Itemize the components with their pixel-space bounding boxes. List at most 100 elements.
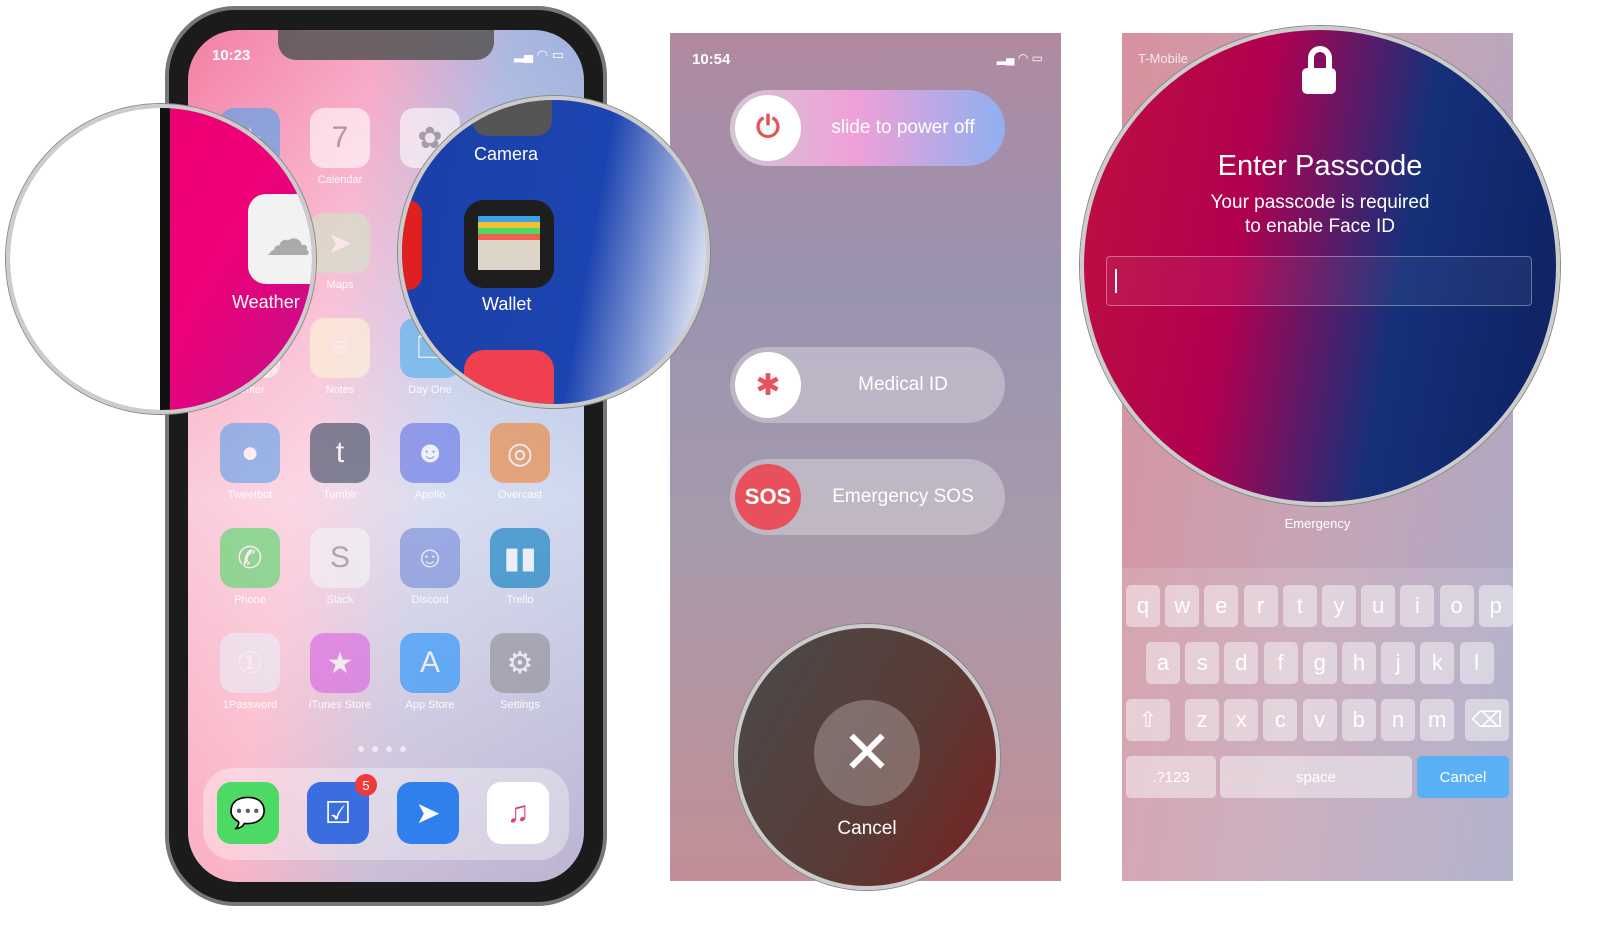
key-g[interactable]: g — [1302, 642, 1337, 684]
app-label: iTunes Store — [309, 699, 371, 711]
app-notes[interactable]: ≡ Notes — [295, 318, 385, 396]
carrier-label: T-Mobile — [1138, 51, 1188, 66]
app-itunes-store[interactable]: ★ iTunes Store — [295, 633, 385, 711]
status-time: 10:23 — [212, 47, 251, 64]
key-u[interactable]: u — [1361, 585, 1396, 627]
key-w[interactable]: w — [1165, 585, 1200, 627]
dock: 💬 ☑ 5 ➤ ♫ — [203, 768, 569, 860]
status-icons: ▂▄ ◠ ▭ — [513, 47, 564, 62]
slack-icon[interactable]: S — [310, 528, 370, 588]
key-r[interactable]: r — [1243, 585, 1278, 627]
app-calendar[interactable]: 7 Calendar — [295, 108, 385, 186]
key-y[interactable]: y — [1322, 585, 1356, 627]
app-label: Trello — [506, 594, 534, 606]
power-icon[interactable]: ⏻ — [735, 95, 801, 161]
magnifier-left: ☁ Weather — [6, 104, 316, 414]
app-app-store[interactable]: A App Store — [385, 633, 475, 711]
key-b[interactable]: b — [1341, 699, 1376, 741]
close-icon[interactable]: ✕ — [814, 700, 920, 806]
key-c[interactable]: c — [1263, 699, 1298, 741]
lock-icon — [1302, 46, 1338, 94]
app-phone[interactable]: ✆ Phone — [205, 528, 295, 606]
app-settings[interactable]: ⚙ Settings — [475, 633, 565, 711]
keyboard: q w e r t y u i o p a s d f g h j k l z x c v b n m ⇧ ⌫ .?123 space Ca… — [1122, 568, 1513, 881]
key-l[interactable]: l — [1459, 642, 1494, 684]
key-p[interactable]: p — [1478, 585, 1513, 627]
key-d[interactable]: d — [1224, 642, 1259, 684]
magnifier-cancel: ✕ Cancel — [734, 624, 1000, 890]
key-i[interactable]: i — [1400, 585, 1435, 627]
key-n[interactable]: n — [1381, 699, 1415, 741]
app-slack[interactable]: S Slack — [295, 528, 385, 606]
app-label: Calendar — [317, 174, 363, 186]
camera-icon[interactable] — [472, 100, 552, 136]
app-store-icon[interactable]: A — [400, 633, 460, 693]
onepassword-icon[interactable]: ① — [220, 633, 280, 693]
numbers-key[interactable]: .?123 — [1126, 756, 1216, 798]
messages-icon[interactable]: 💬 — [217, 782, 279, 844]
emergency-sos-slider[interactable]: SOS Emergency SOS — [730, 459, 1005, 535]
trello-icon[interactable]: ▮▮ — [490, 528, 550, 588]
youtube-icon[interactable] — [402, 200, 422, 290]
itunes-store-icon[interactable]: ★ — [310, 633, 370, 693]
app-label: Apollo — [414, 489, 446, 501]
shift-icon[interactable]: ⇧ — [1126, 699, 1170, 741]
app-apollo[interactable]: ☻ Apollo — [385, 423, 475, 501]
emergency-button[interactable]: Emergency — [1122, 516, 1513, 531]
app-overcast[interactable]: ◎ Overcast — [475, 423, 565, 501]
slide-to-power-off[interactable]: ⏻ slide to power off — [730, 90, 1005, 166]
weather-icon[interactable]: ☁ — [248, 194, 312, 284]
slide-label: slide to power off — [831, 117, 975, 138]
key-z[interactable]: z — [1185, 699, 1219, 741]
key-h[interactable]: h — [1342, 642, 1376, 684]
app-label: App Store — [405, 699, 455, 711]
overcast-icon[interactable]: ◎ — [490, 423, 550, 483]
wallet-icon[interactable] — [464, 200, 554, 288]
key-f[interactable]: f — [1263, 642, 1298, 684]
app-label: Discord — [411, 594, 449, 606]
app-trello[interactable]: ▮▮ Trello — [475, 528, 565, 606]
key-m[interactable]: m — [1420, 699, 1455, 741]
apollo-icon[interactable]: ☻ — [400, 423, 460, 483]
page-dots[interactable] — [358, 746, 406, 752]
cancel-key[interactable]: Cancel — [1417, 756, 1509, 798]
app-discord[interactable]: ☺ Discord — [385, 528, 475, 606]
phone-icon[interactable]: ✆ — [220, 528, 280, 588]
key-j[interactable]: j — [1381, 642, 1416, 684]
calendar-icon[interactable]: 7 — [310, 108, 370, 168]
app-onepassword[interactable]: ① 1Password — [205, 633, 295, 711]
backspace-icon[interactable]: ⌫ — [1465, 699, 1509, 741]
app-tweetbot[interactable]: ● Tweetbot — [205, 423, 295, 501]
tweetbot-icon[interactable]: ● — [220, 423, 280, 483]
asterisk-icon[interactable]: ✱ — [735, 352, 801, 418]
maps-icon[interactable]: ➤ — [310, 213, 370, 273]
music-icon[interactable]: ♫ — [487, 782, 549, 844]
key-a[interactable]: a — [1146, 642, 1180, 684]
tumblr-icon[interactable]: t — [310, 423, 370, 483]
discord-icon[interactable]: ☺ — [400, 528, 460, 588]
key-s[interactable]: s — [1185, 642, 1220, 684]
settings-icon[interactable]: ⚙ — [490, 633, 550, 693]
passcode-input[interactable] — [1106, 256, 1532, 306]
key-t[interactable]: t — [1282, 585, 1317, 627]
sos-badge[interactable]: SOS — [735, 464, 801, 530]
medical-id-slider[interactable]: ✱ Medical ID — [730, 347, 1005, 423]
things-icon[interactable]: ☑ 5 — [307, 774, 377, 844]
emergency-sos-label: Emergency SOS — [832, 486, 974, 507]
space-key[interactable]: space — [1220, 756, 1412, 798]
news-icon[interactable] — [464, 350, 554, 404]
spark-icon[interactable]: ➤ — [397, 782, 459, 844]
key-k[interactable]: k — [1420, 642, 1455, 684]
status-icons: ▂▄ ◠ ▭ — [996, 51, 1043, 65]
key-q[interactable]: q — [1126, 585, 1160, 627]
app-tumblr[interactable]: t Tumblr — [295, 423, 385, 501]
key-x[interactable]: x — [1224, 699, 1259, 741]
key-v[interactable]: v — [1302, 699, 1337, 741]
app-label: Notes — [325, 384, 355, 396]
cancel-label[interactable]: Cancel — [738, 818, 996, 840]
app-label: Tumblr — [323, 489, 357, 501]
key-e[interactable]: e — [1204, 585, 1239, 627]
key-o[interactable]: o — [1439, 585, 1474, 627]
app-label: 1Password — [222, 699, 278, 711]
notes-icon[interactable]: ≡ — [310, 318, 370, 378]
